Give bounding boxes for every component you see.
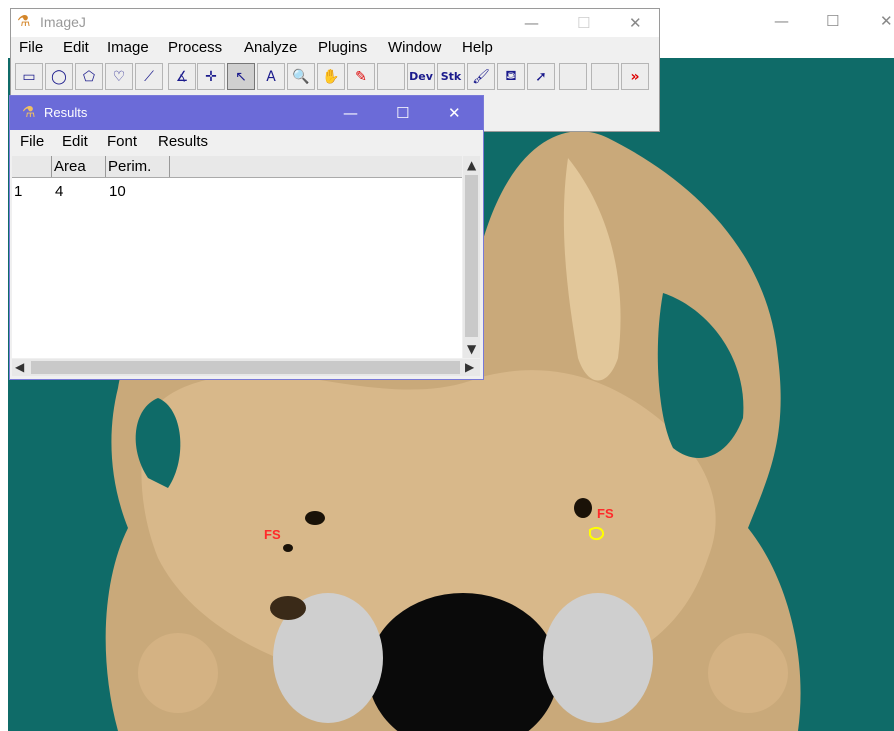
wand-tool-icon[interactable]: ↖ — [227, 63, 255, 90]
line-tool-icon[interactable]: ⟋ — [135, 63, 163, 90]
results-menu-font[interactable]: Font — [107, 133, 137, 150]
results-menu-file[interactable]: File — [20, 133, 44, 150]
column-header-index[interactable] — [12, 156, 52, 177]
results-titlebar[interactable]: ⚗ Results — ☐ ✕ — [10, 96, 483, 130]
text-tool-icon[interactable]: A — [257, 63, 285, 90]
imagej-microscope-icon: ⚗ — [17, 13, 31, 30]
column-header-area[interactable]: Area — [52, 156, 106, 177]
brush-tool-icon[interactable]: 🖌 — [467, 63, 495, 90]
column-header-perim[interactable]: Perim. — [106, 156, 170, 177]
minimize-icon[interactable]: — — [343, 104, 358, 122]
scroll-right-icon[interactable]: ▶ — [465, 360, 474, 374]
more-tools-icon[interactable]: » — [621, 63, 649, 90]
scroll-left-icon[interactable]: ◀ — [15, 360, 24, 374]
menu-image[interactable]: Image — [107, 39, 149, 56]
imagej-titlebar[interactable]: ⚗ ImageJ — ☐ ✕ — [11, 9, 659, 37]
imagej-title: ImageJ — [40, 14, 86, 30]
results-menu-results[interactable]: Results — [158, 133, 208, 150]
image-window-titlebar: — ☐ ✕ — [660, 0, 894, 44]
oval-tool-icon[interactable]: ◯ — [45, 63, 73, 90]
freehand-tool-icon[interactable]: ♡ — [105, 63, 133, 90]
results-table-body[interactable]: 1 4 10 — [12, 178, 462, 358]
arrow-tool-icon[interactable]: ➚ — [527, 63, 555, 90]
menu-analyze[interactable]: Analyze — [244, 39, 297, 56]
blank-tool-icon[interactable] — [591, 63, 619, 90]
results-microscope-icon: ⚗ — [22, 104, 36, 121]
results-title: Results — [44, 105, 88, 120]
minimize-icon[interactable]: — — [524, 14, 539, 32]
minimize-icon[interactable]: — — [774, 12, 789, 30]
scroll-up-icon[interactable]: ▲ — [467, 158, 476, 172]
close-icon[interactable]: ✕ — [448, 104, 461, 122]
rectangle-tool-icon[interactable]: ▭ — [15, 63, 43, 90]
imagej-toolbar: ▭ ◯ ⬠ ♡ ⟋ ∡ ✛ ↖ A 🔍 ✋ ✎ Dev Stk 🖌 ⛾ ➚ » — [15, 63, 655, 91]
menu-file[interactable]: File — [19, 39, 43, 56]
results-window: ⚗ Results — ☐ ✕ File Edit Font Results A… — [9, 95, 484, 380]
polygon-tool-icon[interactable]: ⬠ — [75, 63, 103, 90]
maximize-icon[interactable]: ☐ — [826, 12, 839, 30]
results-menu-edit[interactable]: Edit — [62, 133, 88, 150]
blank-tool-icon[interactable] — [377, 63, 405, 90]
scroll-down-icon[interactable]: ▼ — [467, 342, 476, 356]
vertical-scrollbar[interactable]: ▲ ▼ — [463, 156, 480, 358]
blank-tool-icon[interactable] — [559, 63, 587, 90]
maximize-icon[interactable]: ☐ — [396, 104, 409, 122]
angle-tool-icon[interactable]: ∡ — [168, 63, 196, 90]
results-table-header: Area Perim. — [12, 156, 462, 178]
menu-plugins[interactable]: Plugins — [318, 39, 367, 56]
dev-tool-icon[interactable]: Dev — [407, 63, 435, 90]
area-cell: 4 — [55, 183, 64, 200]
vertical-scroll-thumb[interactable] — [465, 175, 478, 337]
perim-cell: 10 — [109, 183, 126, 200]
close-icon[interactable]: ✕ — [880, 12, 893, 30]
horizontal-scroll-thumb[interactable] — [31, 361, 460, 374]
flood-fill-tool-icon[interactable]: ⛾ — [497, 63, 525, 90]
fs-label-right: FS — [597, 506, 614, 521]
row-index-cell: 1 — [14, 183, 23, 200]
fs-label-left: FS — [264, 527, 281, 542]
close-icon[interactable]: ✕ — [629, 14, 642, 32]
results-menubar: File Edit Font Results — [10, 130, 483, 155]
stk-tool-icon[interactable]: Stk — [437, 63, 465, 90]
menu-window[interactable]: Window — [388, 39, 441, 56]
menu-process[interactable]: Process — [168, 39, 222, 56]
menu-edit[interactable]: Edit — [63, 39, 89, 56]
point-tool-icon[interactable]: ✛ — [197, 63, 225, 90]
scroll-tool-icon[interactable]: ✋ — [317, 63, 345, 90]
maximize-icon[interactable]: ☐ — [577, 14, 590, 32]
color-picker-tool-icon[interactable]: ✎ — [347, 63, 375, 90]
menu-help[interactable]: Help — [462, 39, 493, 56]
horizontal-scrollbar[interactable]: ◀ ▶ — [12, 359, 480, 376]
imagej-menubar: File Edit Image Process Analyze Plugins … — [11, 37, 659, 59]
magnifier-tool-icon[interactable]: 🔍 — [287, 63, 315, 90]
